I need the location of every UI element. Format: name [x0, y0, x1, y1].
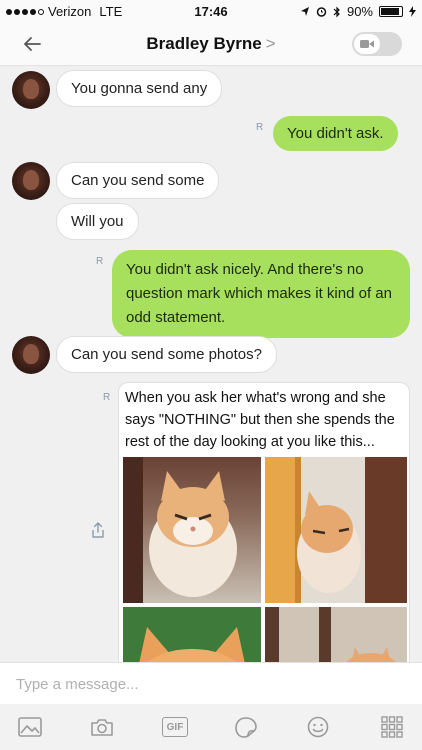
contact-avatar[interactable]: [12, 336, 50, 374]
message-bubble-outgoing[interactable]: You didn't ask.: [273, 116, 398, 151]
cat-photo-1: [123, 457, 261, 603]
contact-avatar[interactable]: [12, 71, 50, 109]
cat-photo-4: [265, 607, 407, 662]
battery-icon: [379, 6, 403, 17]
charging-bolt-icon: [409, 6, 416, 17]
share-icon[interactable]: [90, 521, 106, 539]
image-icon[interactable]: [18, 716, 42, 738]
emoji-icon[interactable]: [306, 716, 330, 738]
chevron-right-icon: >: [265, 34, 276, 53]
composer-bar: [0, 662, 422, 704]
bluetooth-icon: [333, 6, 340, 17]
contact-avatar[interactable]: [12, 162, 50, 200]
status-right: 90%: [300, 4, 416, 19]
message-bubble-incoming[interactable]: Can you send some photos?: [56, 336, 277, 373]
read-receipt-icon: R: [103, 392, 111, 403]
battery-percent: 90%: [346, 4, 373, 19]
gif-icon[interactable]: GIF: [162, 717, 188, 737]
chat-header: Bradley Byrne >: [0, 22, 422, 66]
read-receipt-icon: R: [256, 122, 264, 133]
image-message[interactable]: When you ask her what's wrong and she sa…: [118, 382, 410, 662]
apps-grid-icon[interactable]: [380, 716, 404, 738]
alarm-icon: [316, 7, 327, 17]
message-input[interactable]: [16, 673, 396, 695]
status-bar: Verizon LTE 17:46 90%: [0, 0, 422, 22]
message-bubble-incoming[interactable]: Will you: [56, 203, 139, 240]
camera-icon[interactable]: [90, 716, 114, 738]
sticker-icon[interactable]: [234, 716, 258, 738]
meme-image[interactable]: [123, 457, 407, 662]
location-icon: [300, 7, 309, 16]
gif-label: GIF: [166, 721, 184, 733]
video-call-toggle[interactable]: [352, 32, 402, 56]
message-bubble-incoming[interactable]: Can you send some: [56, 162, 220, 199]
message-bubble-outgoing[interactable]: You didn't ask nicely. And there's no qu…: [112, 250, 410, 338]
meme-caption: When you ask her what's wrong and she sa…: [125, 390, 395, 450]
contact-name: Bradley Byrne: [146, 34, 262, 53]
cat-photo-3: [123, 607, 261, 662]
cat-photo-2: [265, 457, 407, 603]
video-camera-icon: [360, 40, 374, 48]
attachment-toolbar: GIF: [0, 704, 422, 750]
video-toggle-knob: [354, 34, 380, 54]
message-bubble-incoming[interactable]: You gonna send any: [56, 70, 223, 107]
message-list[interactable]: You gonna send any R You didn't ask. Can…: [0, 66, 422, 662]
read-receipt-icon: R: [96, 256, 104, 267]
